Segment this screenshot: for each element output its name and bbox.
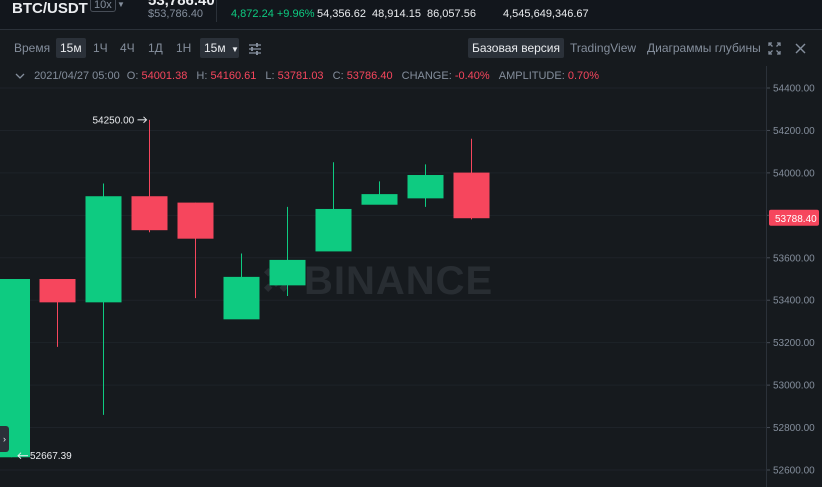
min-price-marker: 52667.39 <box>30 451 72 462</box>
current-price-label: 53788.40 <box>775 214 817 225</box>
ohlc-high-label: H: <box>196 70 208 82</box>
ohlc-close-label: C: <box>332 70 344 82</box>
y-tick-label: 52800.00 <box>773 423 815 434</box>
y-tick-label: 53600.00 <box>773 253 815 264</box>
candle-body <box>361 194 398 205</box>
candle-body <box>85 196 122 303</box>
candle-body <box>177 202 214 239</box>
ohlc-amplitude-label: AMPLITUDE: <box>498 70 565 82</box>
candle-body <box>39 279 76 303</box>
candle-body <box>407 175 444 199</box>
scroll-left-button[interactable]: › <box>0 426 9 452</box>
candle-up <box>407 164 444 207</box>
y-tick-label: 54200.00 <box>773 126 815 137</box>
candle-body <box>269 259 306 286</box>
candle-up <box>361 181 398 205</box>
y-tick-label: 53400.00 <box>773 296 815 307</box>
y-tick-label: 52600.00 <box>773 466 815 477</box>
candle-down <box>177 202 214 299</box>
ohlc-change-label: CHANGE: <box>401 70 452 82</box>
candle-up <box>223 253 260 320</box>
candle-body <box>223 276 260 320</box>
candle-body <box>131 196 168 231</box>
price-axis: 54400.0054200.0054000.0053800.0053600.00… <box>766 84 815 477</box>
candle-up <box>315 162 352 252</box>
ohlc-open: 54001.38 <box>141 70 188 82</box>
candle-body <box>453 172 490 219</box>
ohlc-high: 54160.61 <box>210 70 257 82</box>
y-tick-label: 53200.00 <box>773 338 815 349</box>
candle-down <box>131 119 168 233</box>
ohlc-close: 53786.40 <box>346 70 393 82</box>
candle-body <box>315 208 352 252</box>
candle-up <box>269 206 306 296</box>
ohlc-date: 2021/04/27 05:00 <box>34 70 120 82</box>
ohlc-amplitude: 0.70% <box>567 70 600 82</box>
ohlc-change: -0.40% <box>454 70 490 82</box>
max-price-marker: 54250.00 <box>93 115 135 126</box>
y-tick-label: 54400.00 <box>773 84 815 95</box>
ohlc-low-label: L: <box>265 70 275 82</box>
ohlc-low: 53781.03 <box>277 70 324 82</box>
y-tick-label: 54000.00 <box>773 168 815 179</box>
ohlc-open-label: O: <box>126 70 139 82</box>
candle-down <box>39 279 76 347</box>
price-axis-line <box>766 66 767 487</box>
watermark-text: BINANCE <box>304 259 493 303</box>
ohlc-legend: 2021/04/27 05:00 O: 54001.38 H: 54160.61… <box>0 66 760 86</box>
collapse-icon[interactable] <box>15 70 28 82</box>
candle-down <box>453 138 490 220</box>
y-tick-label: 53000.00 <box>773 381 815 392</box>
